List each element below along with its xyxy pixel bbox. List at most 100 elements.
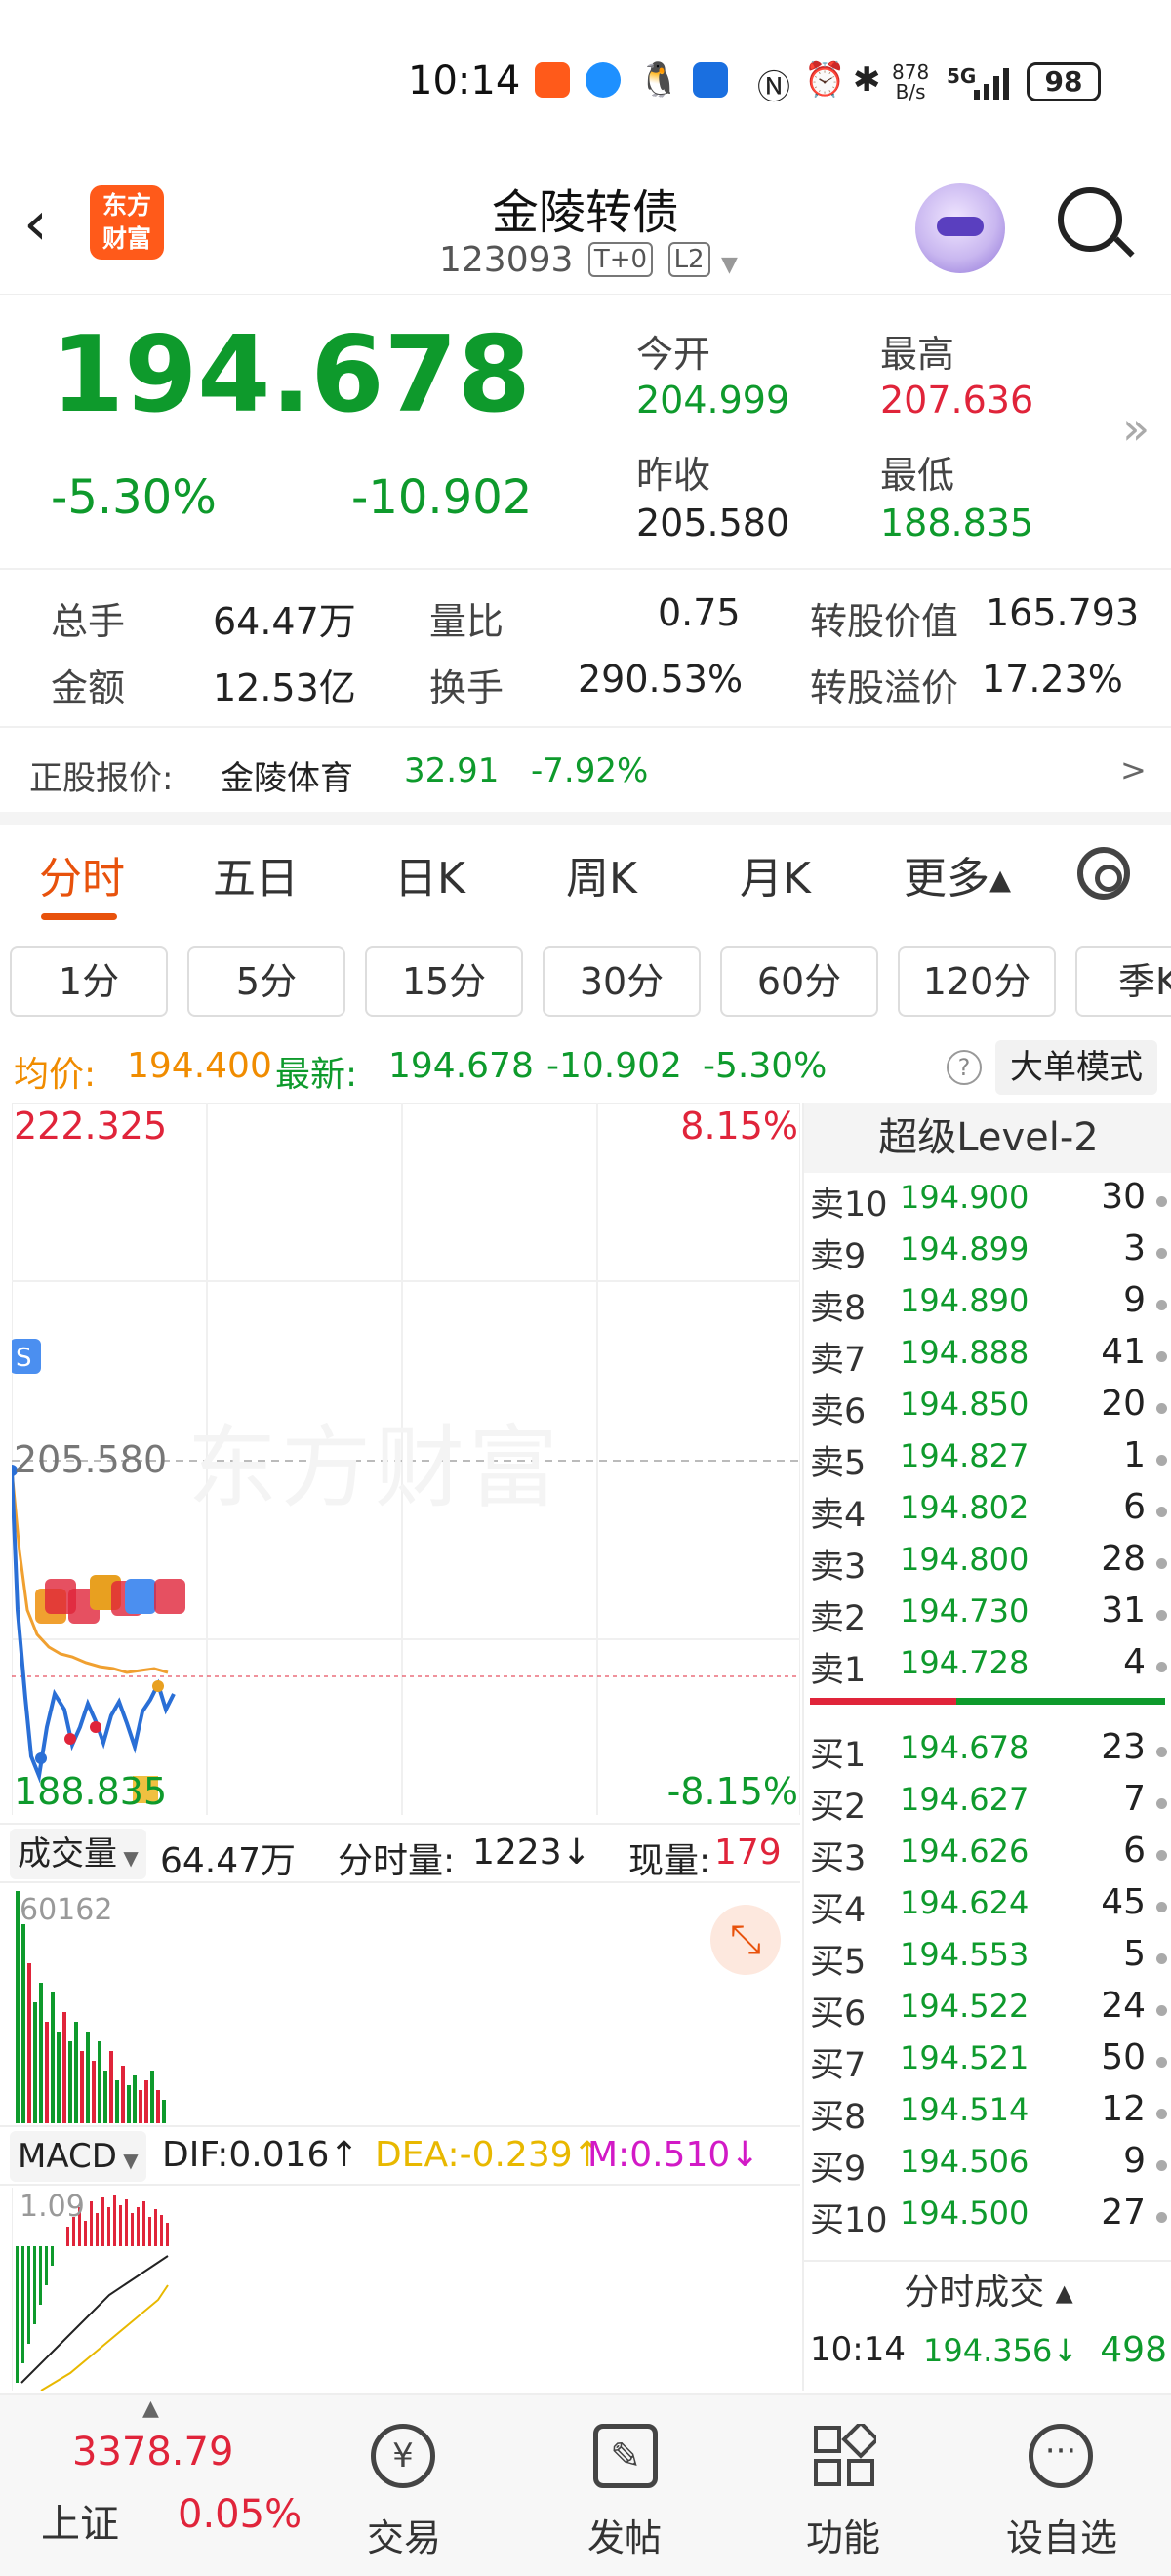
gear-icon[interactable]: [1077, 847, 1130, 900]
period-5min[interactable]: 5分: [187, 946, 345, 1017]
period-season-k[interactable]: 季K: [1075, 946, 1171, 1017]
bid-label: 买4: [810, 1891, 867, 1930]
current-price: 194.678: [51, 314, 531, 436]
period-60min[interactable]: 60分: [720, 946, 878, 1017]
low-value: 188.835: [880, 502, 1034, 544]
intraday-chart[interactable]: S 东方财富 222.325 8.15% 205.580 188.835 -8.…: [6, 1102, 801, 1826]
ai-assistant-avatar[interactable]: [915, 183, 1005, 273]
status-bar: 10:14 🐧 Ⓝ ⏰ ✱ 878 B/s 5G 98: [0, 0, 1171, 166]
stock-code-row[interactable]: 123093 T+0 L2 ▼: [439, 240, 738, 280]
dot-icon: [1156, 1747, 1167, 1757]
dot-icon: [1156, 1558, 1167, 1569]
chart-bottom-price: 188.835: [14, 1770, 168, 1813]
period-1min[interactable]: 1分: [10, 946, 168, 1017]
latest-change: -10.902: [546, 1046, 682, 1086]
ask-row[interactable]: 卖4 194.802 6: [804, 1487, 1171, 1539]
order-book: 超级Level-2 卖10 194.900 30 卖9 194.899 3 卖8 194.…: [802, 1103, 1171, 2391]
bid-qty: 27: [1101, 2193, 1146, 2233]
bid-row[interactable]: 买7 194.521 50: [804, 2037, 1171, 2089]
open-value: 204.999: [636, 379, 790, 422]
stock-header: ‹ 东方 财富 金陵转债 123093 T+0 L2 ▼: [0, 166, 1171, 295]
expand-chart-icon[interactable]: ⤡: [710, 1905, 781, 1975]
dot-icon: [1156, 2109, 1167, 2119]
chart-top-pct: 8.15%: [680, 1105, 798, 1147]
ask-row[interactable]: 卖7 194.888 41: [804, 1332, 1171, 1384]
ask-row[interactable]: 卖5 194.827 1: [804, 1435, 1171, 1487]
bid-row[interactable]: 买5 194.553 5: [804, 1934, 1171, 1986]
ask-row[interactable]: 卖9 194.899 3: [804, 1228, 1171, 1280]
dot-icon: [1156, 1196, 1167, 1207]
dot-icon: [1156, 2057, 1167, 2068]
high-value: 207.636: [880, 379, 1034, 422]
period-30min[interactable]: 30分: [543, 946, 701, 1017]
stock-change: -7.92%: [531, 751, 649, 790]
trades-header[interactable]: 分时成交 ▴: [804, 2260, 1171, 2322]
ask-row[interactable]: 卖3 194.800 28: [804, 1539, 1171, 1590]
ask-label: 卖6: [810, 1392, 867, 1431]
bid-row[interactable]: 买3 194.626 6: [804, 1831, 1171, 1882]
bid-row[interactable]: 买1 194.678 23: [804, 1727, 1171, 1779]
tab-more[interactable]: 更多▴: [904, 843, 1011, 906]
ask-qty: 20: [1101, 1384, 1146, 1424]
ask-price: 194.890: [900, 1282, 1030, 1319]
post-icon[interactable]: ✎: [593, 2424, 658, 2488]
ask-row[interactable]: 卖1 194.728 4: [804, 1642, 1171, 1694]
tab-monthly-k[interactable]: 月K: [740, 843, 811, 906]
volume-chart: 60162 ⤡: [12, 1885, 800, 2123]
current-vol-label: 现量:: [628, 1841, 711, 1881]
conv-value: 165.793: [986, 591, 1140, 634]
nav-features[interactable]: 功能: [775, 2508, 911, 2561]
level2-title[interactable]: 超级Level-2: [804, 1103, 1171, 1173]
bid-row[interactable]: 买6 194.522 24: [804, 1986, 1171, 2037]
ask-row[interactable]: 卖8 194.890 9: [804, 1280, 1171, 1332]
trade-marker: [152, 1680, 164, 1692]
ask-row[interactable]: 卖10 194.900 30: [804, 1177, 1171, 1228]
index-widget[interactable]: ▲ 3378.79 上证 0.05%: [0, 2395, 303, 2576]
dot-icon: [1156, 1798, 1167, 1809]
index-value: 3378.79: [72, 2430, 234, 2475]
large-order-mode-button[interactable]: 大单模式: [995, 1040, 1157, 1095]
latest-value: 194.678: [388, 1046, 534, 1086]
bid-price: 194.678: [900, 1729, 1030, 1766]
tab-weekly-k[interactable]: 周K: [566, 843, 637, 906]
bid-row[interactable]: 买8 194.514 12: [804, 2089, 1171, 2141]
dot-icon: [1156, 1902, 1167, 1912]
bid-row[interactable]: 买9 194.506 9: [804, 2141, 1171, 2193]
chevron-right-icon[interactable]: >: [1120, 751, 1147, 788]
volume-indicator-select[interactable]: 成交量 ▼: [10, 1829, 146, 1879]
dot-icon: [1156, 1850, 1167, 1861]
tab-daily-k[interactable]: 日K: [394, 843, 465, 906]
ask-price: 194.800: [900, 1541, 1030, 1578]
features-icon[interactable]: [812, 2420, 880, 2488]
bid-label: 买10: [810, 2201, 888, 2240]
search-icon[interactable]: [1058, 187, 1122, 252]
bid-row[interactable]: 买10 194.500 27: [804, 2193, 1171, 2244]
tab-five-day[interactable]: 五日: [213, 843, 299, 906]
avg-value: 194.400: [127, 1046, 272, 1086]
nav-trade[interactable]: 交易: [336, 2508, 472, 2561]
divider: [0, 726, 1171, 728]
macd-svg: [11, 2188, 169, 2392]
bid-label: 买6: [810, 1994, 867, 2033]
volume-label: 总手: [51, 600, 126, 643]
trade-icon[interactable]: ¥: [371, 2424, 435, 2488]
nfc-icon: Ⓝ: [757, 68, 790, 107]
period-120min[interactable]: 120分: [898, 946, 1056, 1017]
avg-label: 均价:: [14, 1055, 97, 1095]
tab-intraday[interactable]: 分时: [39, 843, 125, 906]
period-15min[interactable]: 15分: [365, 946, 523, 1017]
more-icon[interactable]: ···: [1029, 2424, 1093, 2488]
index-name: 上证: [41, 2502, 119, 2547]
ask-row[interactable]: 卖2 194.730 31: [804, 1590, 1171, 1642]
nav-post[interactable]: 发帖: [556, 2508, 693, 2561]
bid-row[interactable]: 买4 194.624 45: [804, 1882, 1171, 1934]
dif-line: [20, 2255, 169, 2384]
bid-row[interactable]: 买2 194.627 7: [804, 1779, 1171, 1831]
open-label: 今开: [636, 333, 711, 376]
expand-chevron-icon[interactable]: »: [1122, 402, 1150, 455]
help-icon[interactable]: ?: [947, 1050, 982, 1085]
nav-add-watchlist[interactable]: 设自选: [993, 2508, 1130, 2561]
macd-indicator-select[interactable]: MACD ▼: [10, 2131, 146, 2182]
ask-row[interactable]: 卖6 194.850 20: [804, 1384, 1171, 1435]
dropdown-icon[interactable]: ▼: [721, 253, 738, 277]
